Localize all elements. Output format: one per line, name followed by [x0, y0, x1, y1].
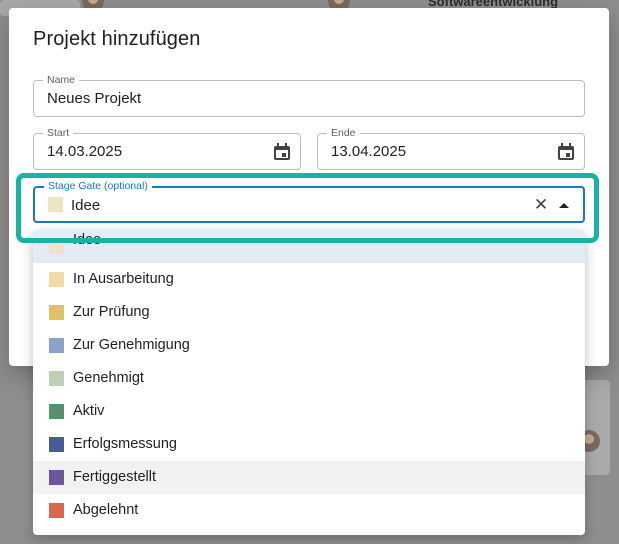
- name-field[interactable]: Name Neues Projekt: [33, 74, 585, 117]
- end-date-field[interactable]: Ende 13.04.2025: [317, 127, 585, 170]
- option-label: In Ausarbeitung: [73, 271, 174, 287]
- dropdown-option-idee[interactable]: Idee: [33, 230, 585, 263]
- name-field-label: Name: [43, 74, 80, 86]
- end-date-value: 13.04.2025: [331, 143, 407, 160]
- close-icon[interactable]: ✕: [533, 196, 549, 213]
- dropdown-option-in-ausarbeitung[interactable]: In Ausarbeitung: [33, 263, 585, 296]
- color-swatch: [49, 272, 64, 287]
- dropdown-option-abgelehnt[interactable]: Abgelehnt: [33, 494, 585, 527]
- option-label: Fertiggestellt: [73, 469, 157, 485]
- end-date-label: Ende: [327, 127, 360, 139]
- dropdown-option-zur-pruefung[interactable]: Zur Prüfung: [33, 296, 585, 329]
- dropdown-option-zur-genehmigung[interactable]: Zur Genehmigung: [33, 329, 585, 362]
- stage-gate-label: Stage Gate (optional): [44, 180, 152, 192]
- option-label: Zur Prüfung: [73, 304, 150, 320]
- start-date-label: Start: [43, 127, 74, 139]
- dropdown-option-aktiv[interactable]: Aktiv: [33, 395, 585, 428]
- option-label: Aktiv: [73, 403, 105, 419]
- name-field-value: Neues Projekt: [47, 90, 142, 107]
- option-label: Abgelehnt: [73, 502, 139, 518]
- color-swatch: [49, 503, 64, 518]
- stage-gate-color-swatch: [48, 197, 63, 212]
- dropdown-option-erfolgsmessung[interactable]: Erfolgsmessung: [33, 428, 585, 461]
- color-swatch: [49, 305, 64, 320]
- dropdown-option-genehmigt[interactable]: Genehmigt: [33, 362, 585, 395]
- color-swatch: [49, 371, 64, 386]
- option-label: Idee: [73, 232, 102, 248]
- option-label: Erfolgsmessung: [73, 436, 177, 452]
- stage-gate-value: Idee: [71, 197, 101, 214]
- stage-gate-select[interactable]: Stage Gate (optional) Idee ✕: [33, 180, 585, 223]
- start-date-field[interactable]: Start 14.03.2025: [33, 127, 301, 170]
- dialog-title: Projekt hinzufügen: [33, 28, 201, 50]
- calendar-icon[interactable]: [274, 143, 290, 160]
- color-swatch: [49, 239, 64, 254]
- option-label: Zur Genehmigung: [73, 337, 190, 353]
- color-swatch: [49, 338, 64, 353]
- color-swatch: [49, 470, 64, 485]
- dropdown-option-fertiggestellt[interactable]: Fertiggestellt: [33, 461, 585, 494]
- color-swatch: [49, 437, 64, 452]
- option-label: Genehmigt: [73, 370, 144, 386]
- start-date-value: 14.03.2025: [47, 143, 123, 160]
- color-swatch: [49, 404, 64, 419]
- calendar-icon[interactable]: [558, 143, 574, 160]
- arrow-up-icon[interactable]: [559, 203, 569, 208]
- stage-gate-dropdown: Idee In Ausarbeitung Zur Prüfung Zur Gen…: [33, 230, 585, 535]
